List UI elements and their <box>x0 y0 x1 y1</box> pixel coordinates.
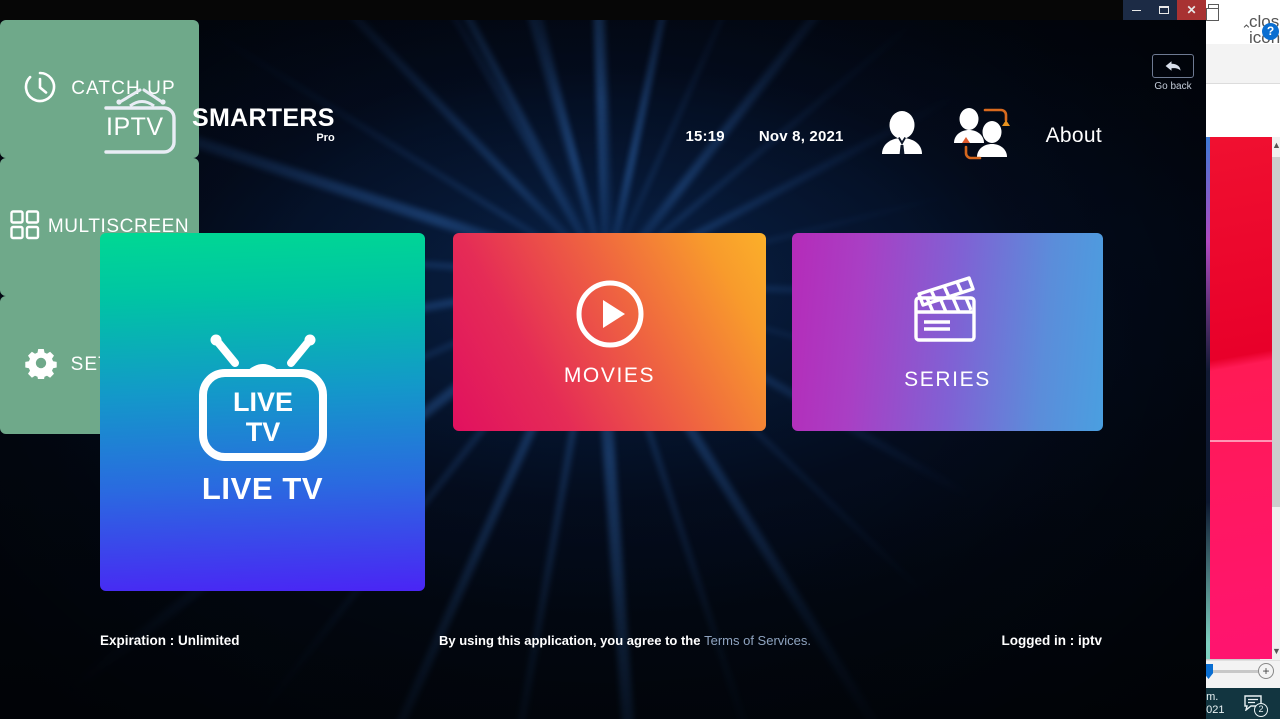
iptv-smarters-window: ✕ Go back IPTV SMARTERS Pro 15:19 Nov 8,… <box>0 0 1206 719</box>
tile-movies-caption: MOVIES <box>563 364 656 387</box>
background-photo <box>1210 137 1272 659</box>
background-window-canvas <box>1196 84 1280 137</box>
logged-in-status: Logged in : iptv <box>1001 633 1103 648</box>
vertical-scrollbar-thumb[interactable] <box>1272 157 1280 507</box>
agreement-text: By using this application, you agree to … <box>439 633 811 648</box>
tile-series[interactable]: SERIES <box>792 233 1103 431</box>
back-arrow-icon <box>1165 61 1181 71</box>
logo-iptv-text: IPTV <box>106 113 164 141</box>
minimize-button[interactable] <box>1123 0 1150 20</box>
logo-pro-text: Pro <box>316 132 335 144</box>
header-bar: 15:19 Nov 8, 2021 About <box>685 107 1102 165</box>
tile-live-tv[interactable]: LIVE TV LIVE TV <box>100 233 425 591</box>
terms-of-services-link[interactable]: Terms of Services. <box>704 633 811 648</box>
clock-icon <box>23 70 57 109</box>
grid-2x2-icon <box>10 209 40 245</box>
scroll-down-icon[interactable]: ▼ <box>1272 643 1280 659</box>
go-back-button[interactable]: Go back <box>1152 54 1194 92</box>
notification-badge: 2 <box>1254 703 1268 717</box>
scroll-up-icon[interactable]: ▲ <box>1272 137 1280 153</box>
expiration-status: Expiration : Unlimited <box>100 633 240 648</box>
user-icon[interactable] <box>876 108 928 165</box>
logo-tv-icon: IPTV <box>100 88 196 154</box>
logo-wordmark: SMARTERS Pro <box>192 106 335 154</box>
taskbar: . m. 2021 2 <box>1196 688 1280 719</box>
logo-brand-text: SMARTERS <box>192 104 335 132</box>
background-window: close-icon ⌃ ? ▲ ▼ › + . m. 2021 <box>1196 0 1280 719</box>
close-button[interactable]: ✕ <box>1177 0 1206 20</box>
chevron-up-icon[interactable]: ⌃ <box>1241 23 1255 36</box>
play-circle-icon <box>575 279 645 354</box>
clock-date: Nov 8, 2021 <box>758 127 844 145</box>
tile-movies[interactable]: MOVIES <box>453 233 766 431</box>
maximize-button[interactable] <box>1150 0 1177 20</box>
footer: Expiration : Unlimited By using this app… <box>0 625 1206 665</box>
vertical-scrollbar[interactable]: ▲ ▼ <box>1272 137 1280 659</box>
background-window-ribbon <box>1196 44 1280 84</box>
agreement-prefix: By using this application, you agree to … <box>439 633 705 648</box>
tile-series-caption: SERIES <box>904 368 991 391</box>
tile-live-tv-caption: LIVE TV <box>201 471 324 506</box>
clapperboard-icon <box>907 272 989 349</box>
live-tv-icon-text-line2: TV <box>245 417 280 447</box>
gear-icon <box>24 347 57 384</box>
app-content: Go back IPTV SMARTERS Pro 15:19 Nov 8, 2… <box>0 20 1206 719</box>
go-back-label: Go back <box>1154 81 1192 92</box>
live-tv-icon: LIVE TV <box>195 329 331 468</box>
help-icon[interactable]: ? <box>1262 23 1279 40</box>
zoom-in-button[interactable]: + <box>1258 663 1274 679</box>
zoom-slider-track[interactable] <box>1213 670 1258 673</box>
window-controls: ✕ <box>1123 0 1206 20</box>
live-tv-icon-text-line1: LIVE <box>232 387 292 417</box>
go-back-button-box[interactable] <box>1152 54 1194 78</box>
app-titlebar[interactable]: ✕ <box>0 0 1206 20</box>
restore-icon[interactable] <box>1206 4 1219 21</box>
app-logo: IPTV SMARTERS Pro <box>100 88 335 154</box>
screen: close-icon ⌃ ? ▲ ▼ › + . m. 2021 <box>0 0 1280 719</box>
about-link[interactable]: About <box>1046 124 1102 148</box>
switch-user-icon[interactable] <box>952 105 1014 168</box>
clock-time: 15:19 <box>685 127 725 145</box>
